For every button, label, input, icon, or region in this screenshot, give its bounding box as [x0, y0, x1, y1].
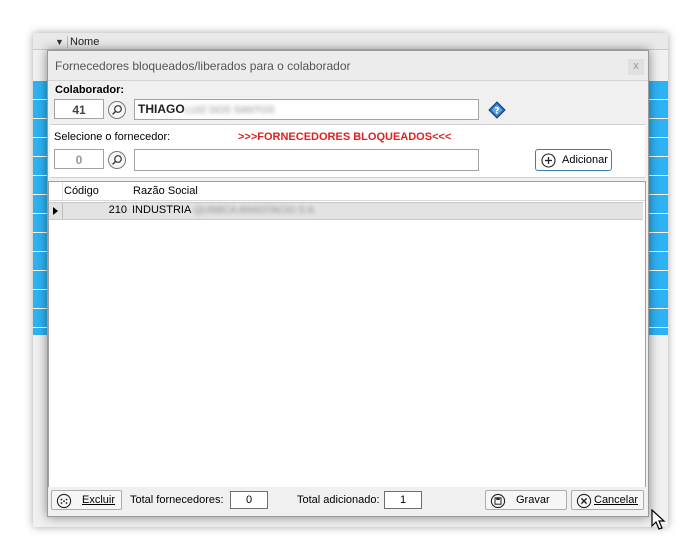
fornecedores-grid[interactable]: Código Razão Social 210 INDUSTRIA QUIMIC… — [48, 181, 646, 488]
fornecedor-label: Selecione o fornecedor: — [54, 131, 171, 143]
fornecedor-section: Selecione o fornecedor: >>>FORNECEDORES … — [50, 124, 645, 178]
row-indicator-icon — [53, 207, 58, 215]
mouse-cursor-icon — [651, 509, 666, 530]
add-button-label: Adicionar — [562, 154, 608, 166]
fornecedor-search-button[interactable] — [108, 151, 126, 169]
plus-circle-icon — [541, 153, 556, 168]
background-grid-rows-right — [646, 81, 668, 335]
delete-button[interactable]: Excluir — [51, 490, 122, 510]
fornecedor-name-field[interactable] — [134, 149, 479, 171]
total-adicionado-label: Total adicionado: — [297, 494, 380, 506]
search-icon — [112, 105, 122, 115]
dialog-footer: Excluir Total fornecedores: 0 Total adic… — [48, 487, 648, 515]
colaborador-name-obscured: LUIZ DOS SANTOS — [184, 105, 275, 116]
save-button[interactable]: Gravar — [485, 490, 567, 510]
fornecedores-dialog: Fornecedores bloqueados/liberados para o… — [47, 50, 649, 517]
background-column-nome[interactable]: Nome — [67, 36, 99, 48]
add-button[interactable]: Adicionar — [535, 149, 612, 171]
row-razao-text: INDUSTRIA — [132, 204, 192, 216]
save-button-label: Gravar — [516, 494, 550, 506]
colaborador-section: Colaborador: 41 THIAGOLUIZ DOS SANTOS ? — [50, 81, 645, 123]
table-row[interactable]: 210 INDUSTRIA QUIMICA ANASTACIO S A — [49, 202, 643, 220]
delete-button-label: Excluir — [82, 494, 116, 506]
colaborador-search-button[interactable] — [108, 101, 126, 119]
save-icon — [490, 493, 506, 509]
cancel-button[interactable]: Cancelar — [571, 490, 644, 510]
close-button[interactable]: x — [628, 59, 644, 75]
background-grid-rows-left — [33, 81, 47, 335]
row-razao-social: INDUSTRIA QUIMICA ANASTACIO S A — [132, 204, 314, 216]
svg-text:?: ? — [494, 107, 499, 117]
row-codigo: 210 — [108, 204, 127, 216]
background-grid-header: ▼ Nome — [33, 33, 668, 50]
search-icon — [112, 155, 122, 165]
column-header-razao-social[interactable]: Razão Social — [133, 185, 198, 197]
dialog-titlebar[interactable]: Fornecedores bloqueados/liberados para o… — [48, 51, 648, 81]
colaborador-name-field[interactable]: THIAGOLUIZ DOS SANTOS — [134, 99, 479, 120]
grid-header: Código Razão Social — [49, 182, 645, 201]
help-icon[interactable]: ? — [488, 101, 506, 119]
colaborador-name-text: THIAGO — [138, 102, 185, 116]
delete-icon — [56, 493, 72, 509]
grid-indicator-separator — [62, 182, 63, 200]
close-icon: x — [633, 60, 639, 72]
cancel-icon — [576, 493, 592, 509]
fornecedor-code-field[interactable]: 0 — [54, 149, 104, 169]
dialog-title: Fornecedores bloqueados/liberados para o… — [55, 59, 351, 73]
cancel-button-label: Cancelar — [594, 494, 639, 506]
row-razao-obscured: QUIMICA ANASTACIO S A — [191, 205, 314, 216]
colaborador-label: Colaborador: — [55, 84, 125, 96]
total-fornecedores-field: 0 — [230, 491, 268, 509]
total-fornecedores-label: Total fornecedores: — [130, 494, 224, 506]
total-adicionado-field: 1 — [384, 491, 422, 509]
colaborador-code-field[interactable]: 41 — [54, 99, 104, 119]
filter-icon[interactable]: ▼ — [55, 37, 64, 47]
column-header-codigo[interactable]: Código — [64, 185, 99, 197]
blocked-status-label: >>>FORNECEDORES BLOQUEADOS<<< — [238, 131, 452, 143]
